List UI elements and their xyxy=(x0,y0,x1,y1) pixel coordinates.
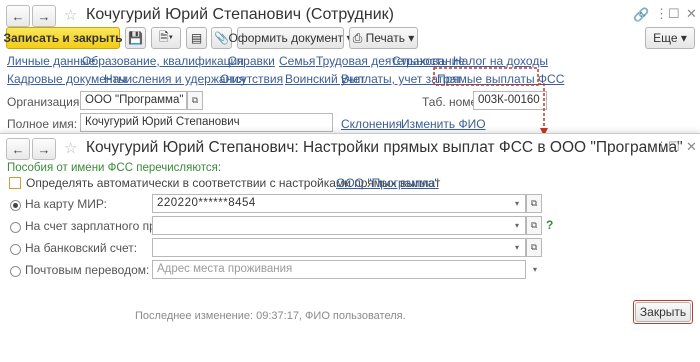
mir-card-label: На карту МИР: xyxy=(25,197,107,211)
bank-account-field[interactable] xyxy=(152,238,526,257)
dialog-forward-arrow-icon[interactable]: → xyxy=(32,138,56,160)
bank-account-label: На банковский счет: xyxy=(25,241,138,255)
auto-checkbox[interactable] xyxy=(9,177,21,189)
annotation-overlay xyxy=(433,67,548,136)
postal-address-field[interactable]: Адрес места проживания xyxy=(152,260,526,279)
mir-card-field[interactable]: 220220******8454 xyxy=(152,194,526,213)
salary-project-open-icon[interactable]: ⧉ xyxy=(526,216,542,235)
postal-address-placeholder: Адрес места проживания xyxy=(157,263,293,275)
section-header: Пособия от имени ФСС перечисляются: xyxy=(7,162,222,174)
dialog-more-vertical-icon[interactable]: ⋮ xyxy=(655,139,668,155)
salary-project-dropdown-icon[interactable]: ▾ xyxy=(510,217,524,234)
postal-transfer-label: Почтовым переводом: xyxy=(25,263,150,277)
radio-salary-project[interactable] xyxy=(10,222,21,233)
radio-mir-card[interactable] xyxy=(10,200,21,211)
postal-address-dropdown-icon[interactable]: ▾ xyxy=(528,261,542,278)
fss-link-highlight xyxy=(433,67,539,86)
salary-project-field[interactable] xyxy=(152,216,526,235)
dialog-maximize-icon[interactable]: ☐ xyxy=(668,139,680,155)
radio-postal-transfer[interactable] xyxy=(10,266,21,277)
org-settings-link[interactable]: ООО "Программа" xyxy=(336,176,439,190)
dialog-star-icon[interactable]: ☆ xyxy=(64,139,77,157)
last-change-text: Последнее изменение: 09:37:17, ФИО польз… xyxy=(135,310,406,322)
radio-bank-account[interactable] xyxy=(10,244,21,255)
fss-settings-dialog: ← → ☆ Кочугурий Юрий Степанович: Настрой… xyxy=(0,133,700,362)
dialog-back-arrow-icon[interactable]: ← xyxy=(6,138,30,160)
help-icon[interactable]: ? xyxy=(546,218,553,232)
bank-account-dropdown-icon[interactable]: ▾ xyxy=(510,239,524,256)
mir-card-value: 220220******8454 xyxy=(157,197,256,209)
annotation-arrow-line xyxy=(538,83,545,130)
close-button-highlight: Закрыть xyxy=(633,300,693,324)
dialog-close-icon[interactable]: ✕ xyxy=(686,139,697,155)
mir-card-dropdown-icon[interactable]: ▾ xyxy=(510,195,524,212)
close-button[interactable]: Закрыть xyxy=(635,302,691,322)
mir-card-open-icon[interactable]: ⧉ xyxy=(526,194,542,213)
dialog-title: Кочугурий Юрий Степанович: Настройки пря… xyxy=(86,139,683,156)
bank-account-open-icon[interactable]: ⧉ xyxy=(526,238,542,257)
